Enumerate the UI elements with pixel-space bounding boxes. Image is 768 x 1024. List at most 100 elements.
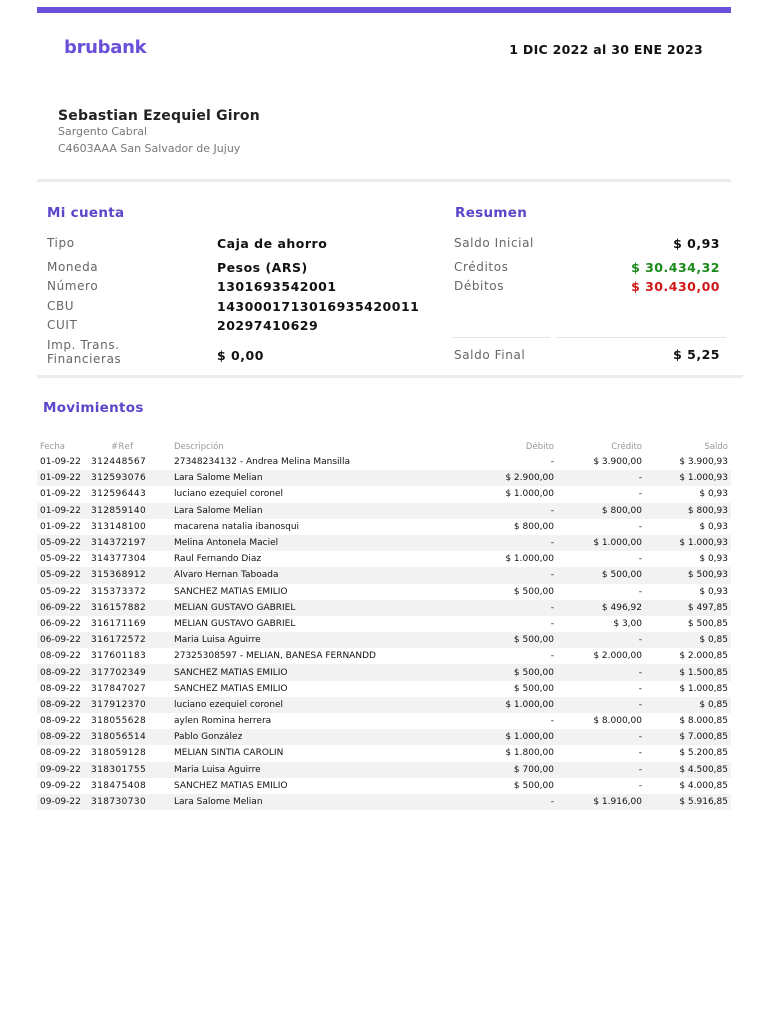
- cell-fecha: 05-09-22: [40, 554, 81, 565]
- cell-ref: 312593076: [91, 473, 147, 484]
- cell-debito: $ 1.000,00: [505, 489, 554, 500]
- saldo-final-label: Saldo Final: [454, 348, 526, 362]
- cell-saldo: $ 0,85: [699, 699, 728, 710]
- summary-section-title: Resumen: [455, 205, 528, 221]
- cell-credito: $ 3,00: [613, 618, 642, 629]
- cell-fecha: 08-09-22: [40, 667, 81, 678]
- cell-ref: 317601183: [91, 651, 147, 662]
- cell-ref: 313148100: [91, 521, 147, 532]
- account-holder-name: Sebastian Ezequiel Giron: [58, 108, 260, 124]
- cell-descripcion: 27325308597 - MELIAN, BANESA FERNANDD: [174, 651, 376, 662]
- cell-credito: $ 1.000,00: [593, 538, 642, 549]
- col-header-ref: #Ref: [111, 442, 134, 452]
- cell-ref: 318055628: [91, 716, 147, 727]
- cell-fecha: 01-09-22: [40, 521, 81, 532]
- cell-fecha: 05-09-22: [40, 538, 81, 549]
- cell-debito: -: [550, 651, 554, 662]
- cell-saldo: $ 500,85: [687, 618, 728, 629]
- table-row: 06-09-22 316157882 MELIAN GUSTAVO GABRIEL -…: [37, 599, 731, 616]
- cell-credito: -: [638, 586, 642, 597]
- table-row: 01-09-22 313148100 macarena natalia ibanos…: [37, 519, 731, 535]
- cell-ref: 318059128: [91, 748, 147, 759]
- cell-fecha: 05-09-22: [40, 586, 81, 597]
- table-row: 05-09-22 315368912 Alvaro Hernan Taboada - $…: [37, 567, 731, 584]
- field-value-tipo: Caja de ahorro: [217, 236, 328, 251]
- cell-credito: $ 2.000,00: [593, 651, 642, 662]
- cell-credito: -: [638, 667, 642, 678]
- table-header: Fecha #Ref Descripción Débito Crédito Sa…: [37, 441, 731, 454]
- cell-saldo: $ 4.000,85: [679, 780, 728, 791]
- cell-descripcion: macarena natalia ibanosqui: [174, 521, 300, 532]
- table-row: 06-09-22 316172572 Maria Luisa Aguirre $ 50…: [37, 632, 731, 649]
- cell-saldo: $ 1.000,93: [679, 473, 728, 484]
- cell-ref: 317702349: [91, 667, 147, 678]
- cell-credito: -: [638, 748, 642, 759]
- address-line-1: Sargento Cabral: [58, 125, 148, 138]
- cell-saldo: $ 0,93: [699, 489, 728, 500]
- cell-descripcion: MELIAN GUSTAVO GABRIEL: [174, 602, 296, 613]
- cell-debito: $ 500,00: [513, 780, 554, 791]
- cell-ref: 312859140: [91, 505, 147, 516]
- cell-saldo: $ 3.900,93: [679, 457, 728, 468]
- creditos-label: Créditos: [454, 260, 509, 274]
- account-section-title: Mi cuenta: [47, 205, 125, 221]
- cell-saldo: $ 4.500,85: [679, 764, 728, 775]
- table-row: 08-09-22 317702349 SANCHEZ MATIAS EMILIO $ …: [37, 664, 731, 681]
- cell-descripcion: Pablo González: [174, 732, 243, 743]
- field-label-imp-trans: Imp. Trans. Financieras: [47, 338, 122, 366]
- cell-credito: $ 3.900,00: [593, 457, 642, 468]
- cell-credito: -: [638, 780, 642, 791]
- cell-descripcion: luciano ezequiel coronel: [174, 699, 284, 710]
- cell-debito: $ 800,00: [513, 521, 554, 532]
- field-value-cbu: 1430001713016935420011: [217, 299, 420, 314]
- cell-saldo: $ 5.200,85: [679, 748, 728, 759]
- summary-rule: [452, 337, 550, 338]
- movements-section-title: Movimientos: [43, 400, 144, 416]
- cell-saldo: $ 2.000,85: [679, 651, 728, 662]
- field-value-cuit: 20297410629: [217, 318, 319, 333]
- section-divider: [37, 375, 743, 378]
- cell-ref: 318730730: [91, 797, 147, 808]
- col-header-debito: Débito: [525, 442, 554, 452]
- table-row: 05-09-22 315373372 SANCHEZ MATIAS EMILIO $ …: [37, 584, 731, 600]
- col-header-credito: Crédito: [611, 442, 642, 452]
- cell-debito: $ 500,00: [513, 586, 554, 597]
- cell-saldo: $ 500,93: [687, 570, 728, 581]
- cell-saldo: $ 1.000,85: [679, 683, 728, 694]
- statement-period: 1 DIC 2022 al 30 ENE 2023: [509, 42, 703, 57]
- cell-fecha: 01-09-22: [40, 505, 81, 516]
- cell-fecha: 08-09-22: [40, 748, 81, 759]
- cell-descripcion: Lara Salome Melian: [174, 797, 263, 808]
- cell-debito: $ 500,00: [513, 635, 554, 646]
- cell-descripcion: Alvaro Hernan Taboada: [174, 570, 279, 581]
- cell-ref: 318475408: [91, 780, 147, 791]
- field-label-numero: Número: [47, 279, 99, 293]
- saldo-inicial-label: Saldo Inicial: [454, 236, 534, 250]
- table-row: 09-09-22 318475408 SANCHEZ MATIAS EMILIO $ …: [37, 778, 731, 794]
- cell-fecha: 06-09-22: [40, 635, 81, 646]
- field-label-cbu: CBU: [47, 299, 75, 313]
- cell-credito: -: [638, 635, 642, 646]
- cell-fecha: 01-09-22: [40, 489, 81, 500]
- saldo-inicial-value: $ 0,93: [673, 236, 720, 251]
- cell-ref: 315373372: [91, 586, 147, 597]
- cell-saldo: $ 800,93: [687, 505, 728, 516]
- cell-ref: 315368912: [91, 570, 147, 581]
- cell-descripcion: SANCHEZ MATIAS EMILIO: [174, 780, 288, 791]
- cell-ref: 318056514: [91, 732, 147, 743]
- cell-debito: -: [550, 618, 554, 629]
- cell-fecha: 01-09-22: [40, 473, 81, 484]
- cell-descripcion: luciano ezequiel coronel: [174, 489, 284, 500]
- cell-descripcion: SANCHEZ MATIAS EMILIO: [174, 683, 288, 694]
- field-value-numero: 1301693542001: [217, 279, 337, 294]
- cell-fecha: 06-09-22: [40, 602, 81, 613]
- cell-debito: -: [550, 457, 554, 468]
- field-label-tipo: Tipo: [47, 236, 75, 250]
- field-label-moneda: Moneda: [47, 260, 99, 274]
- table-row: 08-09-22 318056514 Pablo González $ 1.000,0…: [37, 729, 731, 746]
- table-row: 05-09-22 314377304 Raul Fernando Diaz $ 1.0…: [37, 551, 731, 567]
- cell-fecha: 08-09-22: [40, 699, 81, 710]
- cell-descripcion: Melina Antonela Maciel: [174, 538, 279, 549]
- cell-debito: $ 1.800,00: [505, 748, 554, 759]
- cell-credito: $ 500,00: [601, 570, 642, 581]
